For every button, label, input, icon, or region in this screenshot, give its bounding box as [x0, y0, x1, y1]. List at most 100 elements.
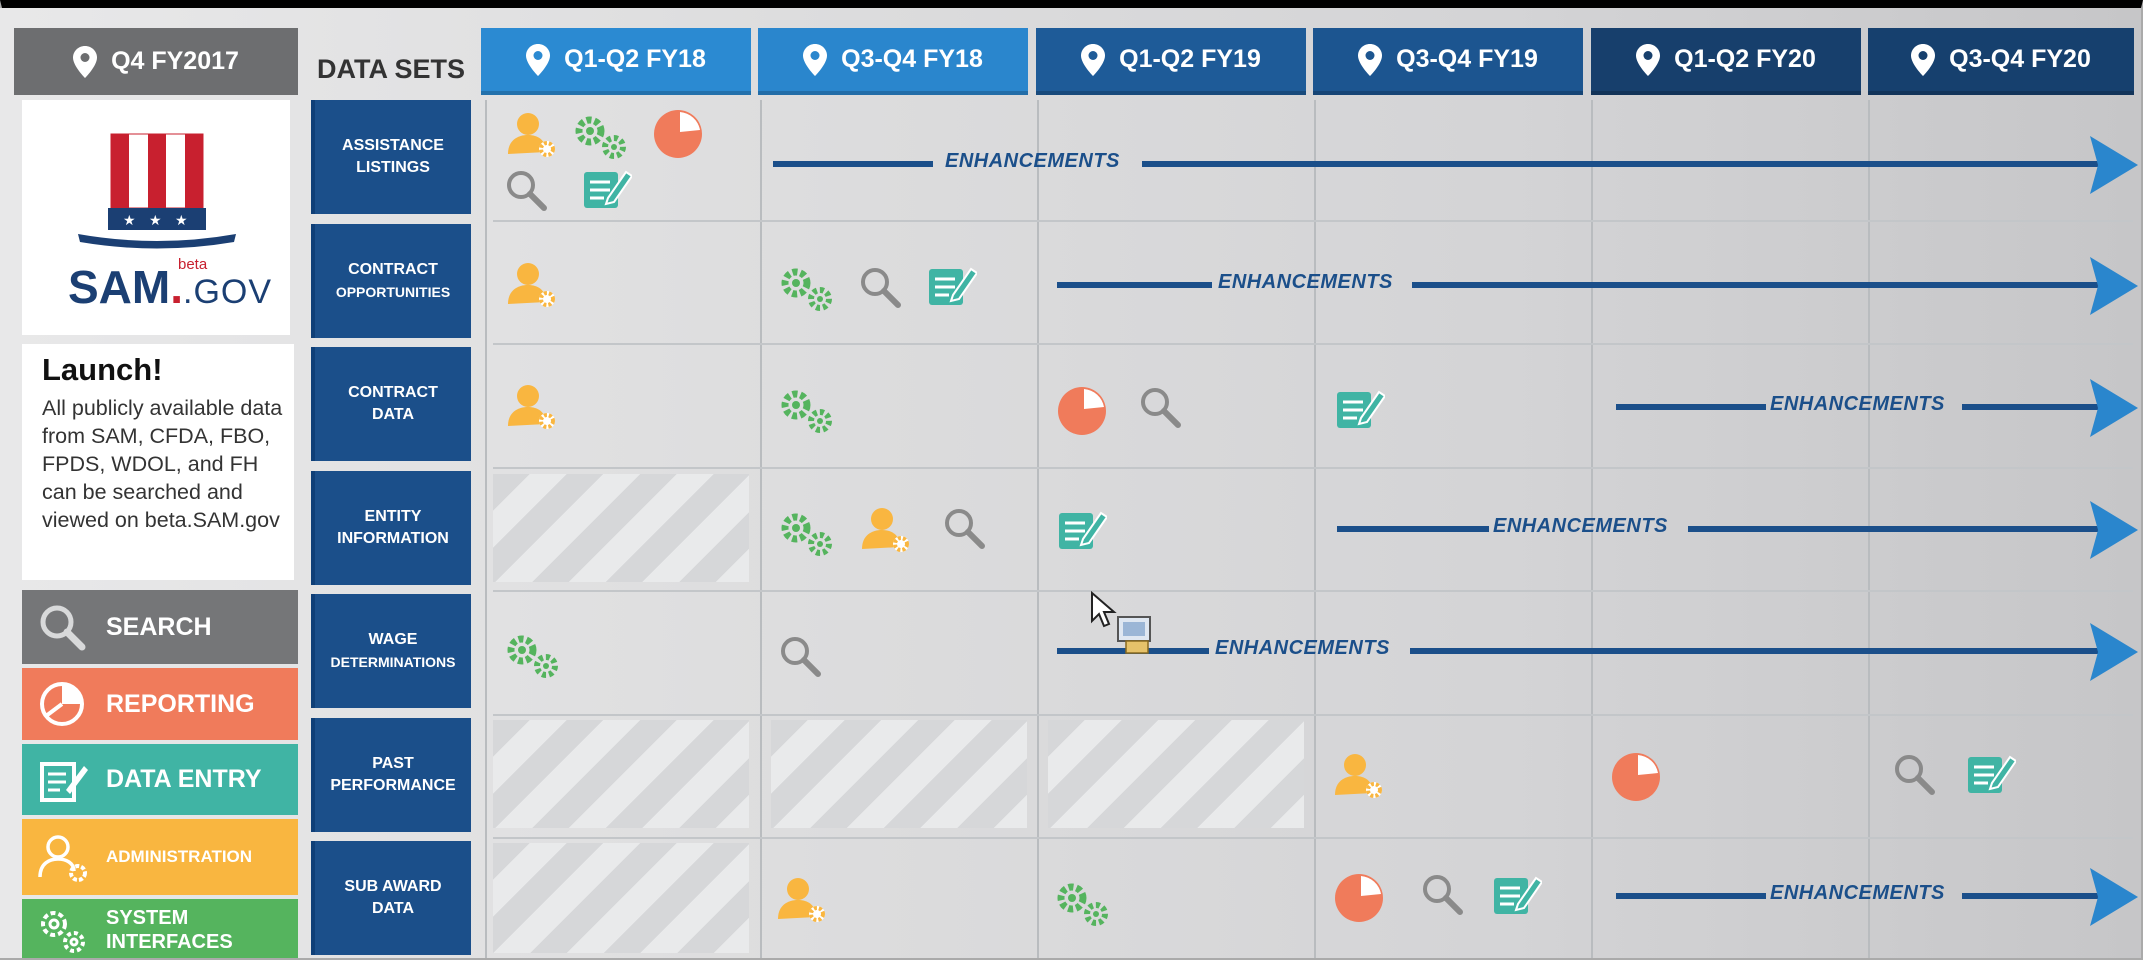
- column-header-q3-q4-fy19: Q3-Q4 FY19: [1313, 28, 1583, 95]
- location-pin-icon: [1911, 43, 1936, 76]
- grid-divider: [493, 220, 2133, 222]
- column-header-q4-fy2017: Q4 FY2017: [14, 28, 298, 95]
- dataset-line: SUB AWARD: [344, 878, 442, 895]
- location-pin-icon: [1636, 43, 1661, 76]
- arrowhead-icon: [2090, 136, 2138, 194]
- column-header-q3-q4-fy20: Q3-Q4 FY20: [1868, 28, 2134, 95]
- legend-system-interfaces: SYSTEM INTERFACES: [22, 899, 298, 958]
- administration-icon: [862, 508, 909, 552]
- legend-label: SYSTEM INTERFACES: [106, 907, 233, 953]
- search-icon: [1423, 875, 1463, 915]
- roadmap-board: Q4 FY2017 ★ ★ ★ SAM..GOV beta Launch! Al…: [0, 8, 2141, 958]
- dataset-contract-opportunities: CONTRACT OPPORTUNITIES: [311, 224, 471, 338]
- dataset-line: OPPORTUNITIES: [335, 284, 451, 300]
- enhancement-arrow-shaft: [1057, 282, 1212, 288]
- administration-icon: [1335, 754, 1382, 798]
- column-header-q3-q4-fy18: Q3-Q4 FY18: [758, 28, 1028, 95]
- location-pin-icon: [73, 45, 98, 78]
- reporting-icon: [1612, 753, 1660, 801]
- column-header-label: Q3-Q4 FY19: [1396, 45, 1538, 73]
- arrowhead-icon: [2090, 623, 2138, 681]
- search-icon: [781, 637, 821, 677]
- enhancements-label: ENHANCEMENTS: [1215, 637, 1390, 659]
- dataset-line: LISTINGS: [356, 159, 430, 176]
- reporting-icon: [1335, 874, 1383, 922]
- unavailable-cell: [771, 720, 1027, 828]
- legend-label: DATA ENTRY: [106, 765, 262, 793]
- grid-divider: [1037, 100, 1039, 958]
- legend-data-entry: DATA ENTRY: [22, 744, 298, 815]
- unavailable-cell: [1048, 720, 1304, 828]
- reporting-icon: [1058, 387, 1106, 435]
- grid-divider: [493, 343, 2133, 345]
- data-entry-icon: [929, 267, 977, 305]
- arrowhead-icon: [2090, 379, 2138, 437]
- legend-label: SEARCH: [106, 612, 212, 641]
- data-entry-icon: [1337, 390, 1385, 428]
- mouse-pointer-icon: [1091, 591, 1151, 654]
- grid-divider: [485, 100, 487, 958]
- system-interfaces-icon: [781, 390, 832, 433]
- enhancements-label: ENHANCEMENTS: [945, 150, 1120, 172]
- column-header-label: Q1-Q2 FY20: [1674, 45, 1816, 73]
- grid-divider: [760, 100, 762, 958]
- enhancement-arrow-shaft: [1337, 526, 1489, 532]
- dataset-contract-data: CONTRACT DATA: [311, 347, 471, 461]
- svg-text:★: ★: [123, 213, 136, 229]
- data-sets-title: DATA SETS: [317, 54, 465, 84]
- column-header-label: Q1-Q2 FY19: [1119, 45, 1261, 73]
- legend-search: SEARCH: [22, 590, 298, 664]
- enhancement-arrow-shaft: [1616, 404, 1766, 410]
- data-entry-icon: [1968, 755, 2016, 793]
- administration-icon: [778, 878, 825, 922]
- unavailable-cell: [493, 474, 749, 582]
- dataset-wage-determinations: WAGE DETERMINATIONS: [311, 594, 471, 708]
- pie-chart-icon: [40, 682, 84, 726]
- enhancement-arrow-shaft: [1688, 526, 2102, 532]
- dataset-line: ENTITY: [364, 508, 422, 525]
- svg-text:★: ★: [175, 213, 188, 229]
- data-entry-icon: [1059, 511, 1107, 549]
- system-interfaces-icon: [1057, 883, 1108, 926]
- system-interfaces-icon: [507, 635, 558, 678]
- grid-divider: [1314, 100, 1316, 958]
- pencil-form-icon: [40, 761, 88, 802]
- enhancement-arrow-shaft: [1142, 161, 2102, 167]
- location-pin-icon: [1358, 43, 1383, 76]
- column-header-q1-q2-fy18: Q1-Q2 FY18: [481, 28, 751, 95]
- dataset-entity-information: ENTITY INFORMATION: [311, 471, 471, 585]
- arrowhead-icon: [2090, 868, 2138, 926]
- enhancement-arrow-shaft: [1410, 648, 2102, 654]
- launch-callout: Launch! All publicly available data from…: [22, 344, 294, 580]
- sam-wordmark: SAM..GOV beta: [68, 256, 272, 314]
- system-interfaces-icon: [575, 116, 626, 159]
- dataset-sub-award-data: SUB AWARD DATA: [311, 841, 471, 955]
- dataset-line: PERFORMANCE: [330, 777, 456, 794]
- dataset-line: INFORMATION: [337, 530, 449, 547]
- legend-label: REPORTING: [106, 689, 255, 718]
- dataset-line: CONTRACT: [348, 384, 438, 401]
- reporting-icon: [654, 110, 702, 158]
- location-pin-icon: [1081, 43, 1106, 76]
- administration-icon: [508, 263, 555, 307]
- location-pin-icon: [803, 43, 828, 76]
- enhancements-label: ENHANCEMENTS: [1770, 393, 1945, 415]
- enhancement-arrow-shaft: [1962, 893, 2102, 899]
- grid-divider: [493, 590, 2133, 592]
- enhancements-label: ENHANCEMENTS: [1493, 515, 1668, 537]
- search-icon: [1141, 388, 1181, 428]
- user-gear-icon: [38, 835, 87, 882]
- location-pin-icon: [526, 43, 551, 76]
- dataset-line: DATA: [371, 406, 415, 423]
- search-icon: [945, 509, 985, 549]
- column-header-q1-q2-fy19: Q1-Q2 FY19: [1036, 28, 1306, 95]
- enhancement-arrow-shaft: [1616, 893, 1766, 899]
- svg-text:★: ★: [149, 213, 162, 229]
- column-header-label: Q4 FY2017: [111, 47, 239, 75]
- dataset-assistance-listings: ASSISTANCE LISTINGS: [311, 100, 471, 214]
- dataset-past-performance: PAST PERFORMANCE: [311, 718, 471, 832]
- legend-reporting: REPORTING: [22, 668, 298, 740]
- grid-divider: [493, 467, 2133, 469]
- dataset-line: PAST: [372, 755, 414, 772]
- launch-title: Launch!: [42, 352, 163, 387]
